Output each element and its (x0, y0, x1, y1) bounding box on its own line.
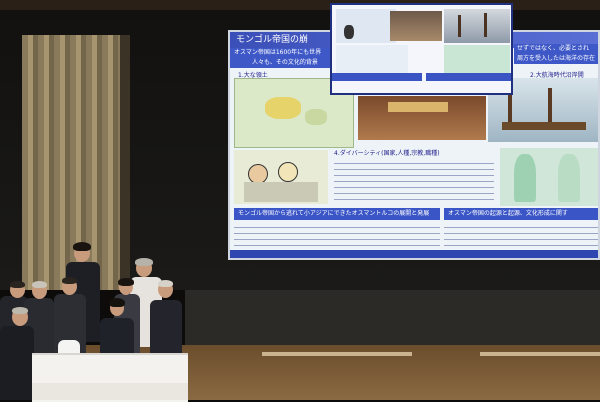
inset-caption-left (332, 73, 422, 81)
slide-right-intro-line2: 周方を受入したは海洋の存在 (517, 55, 596, 62)
curtain-shadow (120, 35, 130, 290)
slide-footer-bar (230, 250, 598, 258)
slide-title: モンゴル帝国の崩 (236, 35, 309, 45)
curtain (22, 35, 122, 290)
floor-light-strip (262, 352, 412, 356)
inset-slide-window (330, 3, 513, 95)
floor-light-strip (480, 352, 600, 356)
diversity-text-block (334, 158, 494, 202)
slide-intro: オスマン帝国は1600年にも世界 (234, 49, 322, 56)
inset-ships-image (444, 9, 510, 43)
section-3-label: 4.ダイバーシティ(国家,人種,宗教,職種) (334, 150, 440, 157)
bottom-left-text (234, 222, 440, 248)
costume-illustration (500, 148, 598, 206)
inset-figures-image (336, 45, 408, 73)
stage-wall-panel (185, 290, 600, 345)
bottom-right-heading: オスマン帝国の起源と起源、文化形成に関す (444, 208, 598, 220)
inset-costume-image (444, 45, 510, 73)
historical-painting-image (358, 96, 486, 140)
lectern-front-panel (32, 383, 188, 400)
slide-intro-line2: 人々も、その文化的背景 (252, 59, 318, 66)
inset-painting-image (390, 11, 442, 41)
bottom-right-text (444, 222, 598, 248)
people-illustration (234, 150, 328, 204)
inset-scene-image (336, 9, 396, 43)
slide-right-intro: せずではなく、必要とされ (517, 45, 590, 52)
inset-caption-right (426, 73, 511, 81)
bottom-left-heading: モンゴル帝国から逃れて小アジアにできたオスマントルコの展開と発展 (234, 208, 440, 220)
